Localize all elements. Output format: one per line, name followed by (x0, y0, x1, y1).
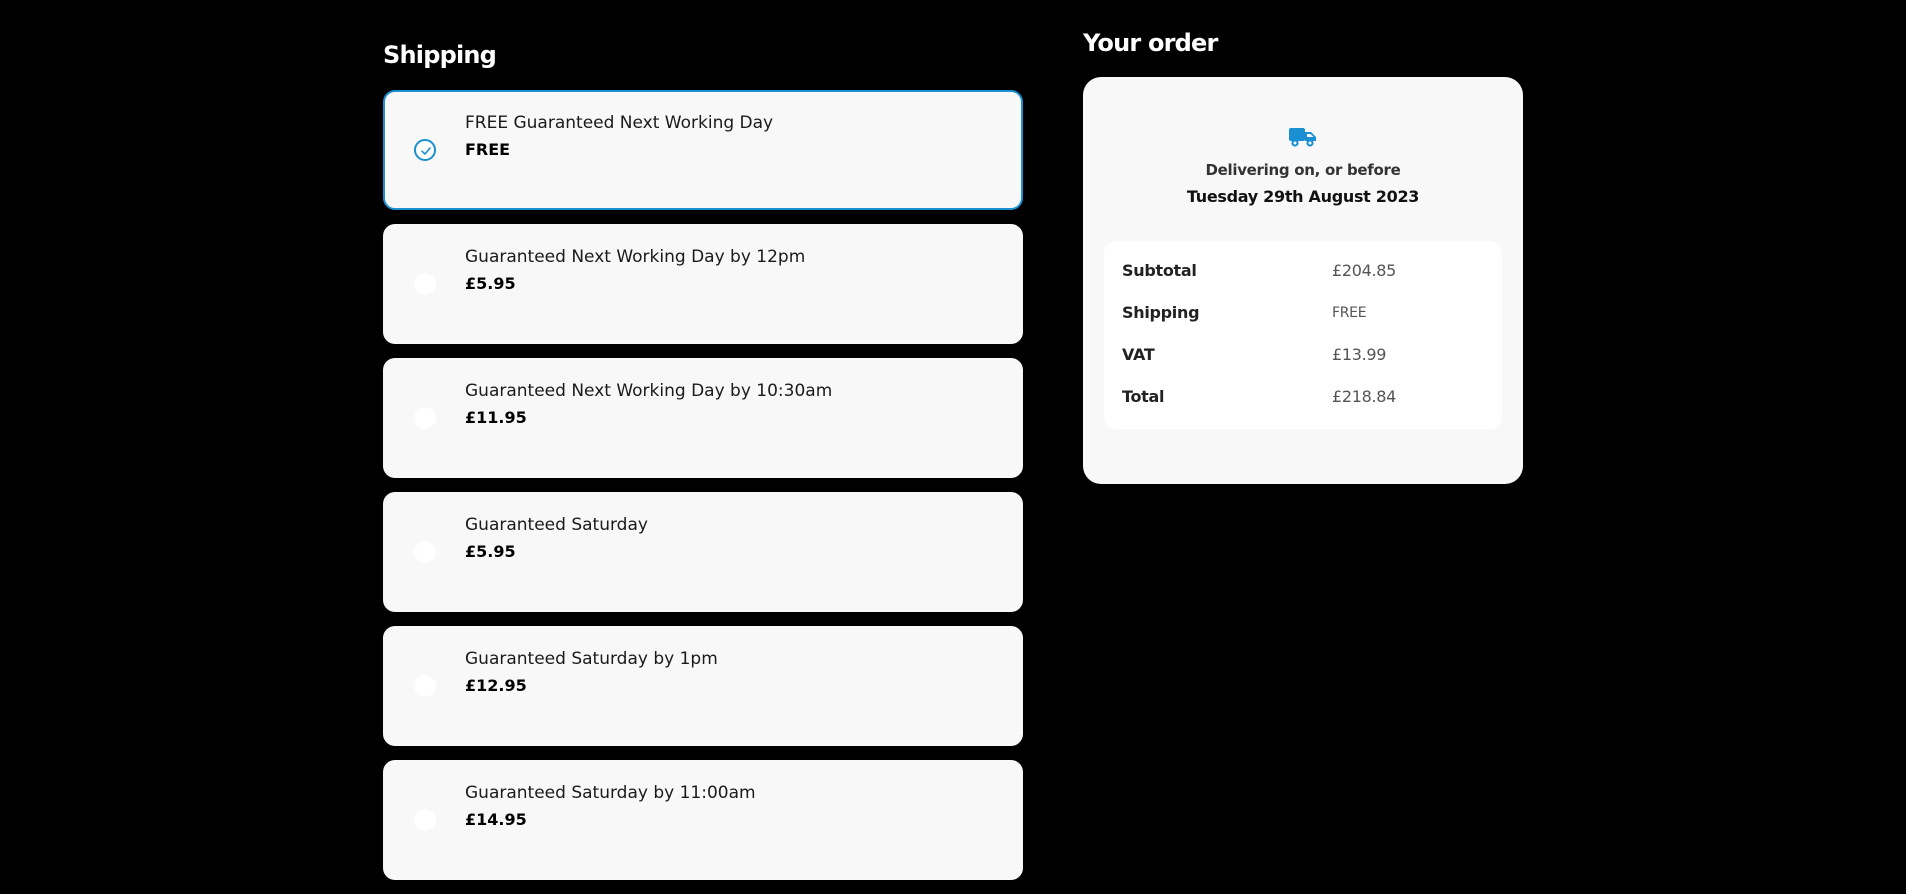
shipping-option-label: Guaranteed Saturday (465, 515, 648, 535)
shipping-option-label: Guaranteed Next Working Day by 12pm (465, 247, 806, 267)
radio-unselected[interactable] (414, 541, 436, 563)
order-heading: Your order (1083, 29, 1218, 57)
order-summary-card: Delivering on, or before Tuesday 29th Au… (1083, 77, 1523, 484)
order-summary-section: Your order Delivering on, or before Tues… (1083, 28, 1523, 484)
delivery-date: Tuesday 29th August 2023 (1186, 187, 1420, 206)
shipping-option-next-day-12pm[interactable]: Guaranteed Next Working Day by 12pm £5.9… (383, 224, 1023, 344)
shipping-option-price: £5.95 (465, 542, 516, 561)
shipping-heading: Shipping (383, 41, 497, 69)
shipping-option-label: FREE Guaranteed Next Working Day (465, 113, 774, 133)
order-totals-table: Subtotal £204.85 Shipping FREE VAT £13.9… (1104, 241, 1502, 429)
shipping-options-list: FREE Guaranteed Next Working Day FREE Gu… (383, 90, 1023, 880)
shipping-option-label: Guaranteed Next Working Day by 10:30am (465, 381, 833, 401)
subtotal-row: Subtotal £204.85 (1122, 261, 1492, 283)
shipping-option-label: Guaranteed Saturday by 1pm (465, 649, 718, 669)
shipping-row: Shipping FREE (1122, 303, 1492, 325)
shipping-option-next-day-1030am[interactable]: Guaranteed Next Working Day by 10:30am £… (383, 358, 1023, 478)
check-icon (421, 147, 431, 155)
shipping-option-label: Guaranteed Saturday by 11:00am (465, 783, 756, 803)
shipping-option-price: £12.95 (465, 676, 527, 695)
delivering-text: Delivering on, or before (1205, 161, 1401, 179)
vat-value: £13.99 (1332, 345, 1387, 364)
shipping-option-saturday[interactable]: Guaranteed Saturday £5.95 (383, 492, 1023, 612)
total-value: £218.84 (1332, 387, 1397, 406)
shipping-option-saturday-11am[interactable]: Guaranteed Saturday by 11:00am £14.95 (383, 760, 1023, 880)
shipping-cost-value: FREE (1332, 305, 1367, 321)
shipping-section: Shipping FREE Guaranteed Next Working Da… (383, 40, 1023, 894)
radio-unselected[interactable] (414, 407, 436, 429)
radio-unselected[interactable] (414, 809, 436, 831)
vat-row: VAT £13.99 (1122, 345, 1492, 367)
shipping-cost-label: Shipping (1122, 303, 1200, 322)
radio-selected[interactable] (414, 139, 436, 161)
radio-unselected[interactable] (414, 273, 436, 295)
shipping-option-price: £14.95 (465, 810, 527, 829)
subtotal-label: Subtotal (1122, 261, 1197, 280)
total-row: Total £218.84 (1122, 387, 1492, 409)
vat-label: VAT (1122, 345, 1155, 364)
truck-icon (1289, 128, 1316, 147)
checkout-page: Shipping FREE Guaranteed Next Working Da… (0, 0, 1906, 894)
shipping-option-price: £5.95 (465, 274, 516, 293)
subtotal-value: £204.85 (1332, 261, 1397, 280)
shipping-option-price: £11.95 (465, 408, 527, 427)
total-label: Total (1122, 387, 1165, 406)
radio-unselected[interactable] (414, 675, 436, 697)
shipping-option-saturday-1pm[interactable]: Guaranteed Saturday by 1pm £12.95 (383, 626, 1023, 746)
shipping-option-price: FREE (465, 140, 511, 159)
shipping-option-free-next-day[interactable]: FREE Guaranteed Next Working Day FREE (383, 90, 1023, 210)
